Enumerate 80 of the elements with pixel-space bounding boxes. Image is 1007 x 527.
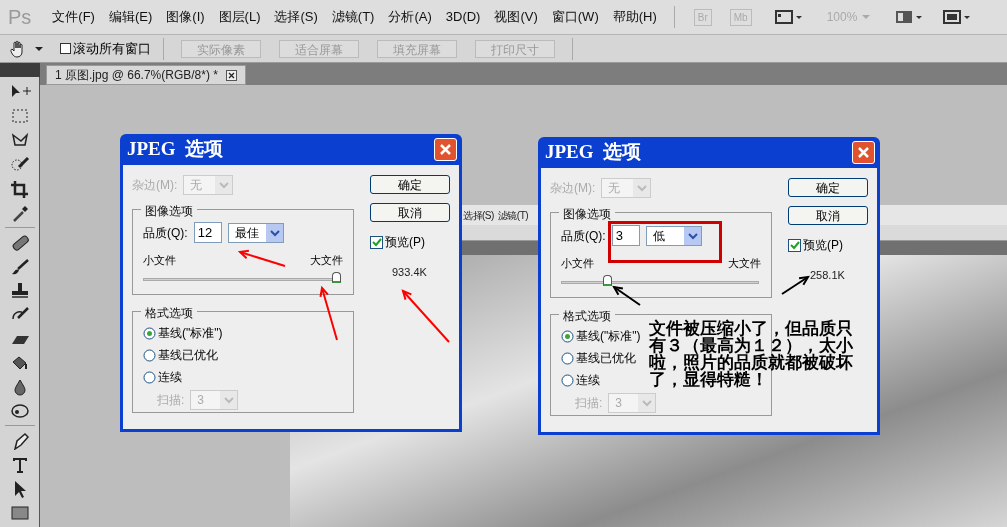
quick-selection-icon[interactable] bbox=[8, 155, 31, 174]
radio-icon[interactable] bbox=[561, 329, 574, 343]
layout-icon[interactable] bbox=[895, 9, 924, 25]
group-title: 格式选项 bbox=[141, 304, 197, 322]
radio-icon[interactable] bbox=[561, 351, 574, 365]
slider-track[interactable] bbox=[561, 274, 759, 287]
menu-item[interactable]: 滤镜(T) bbox=[326, 7, 380, 27]
annotation-note: 文件被压缩小了，但品质只有３（最高为１２），太小啦，照片的品质就都被破坏了，显得特糙！ bbox=[649, 320, 854, 388]
slider-track[interactable] bbox=[143, 271, 341, 284]
radio-icon[interactable] bbox=[143, 370, 156, 384]
preview-checkbox[interactable]: 预览(P) bbox=[370, 233, 450, 251]
radio-option[interactable]: 基线("标准") bbox=[143, 324, 223, 342]
cancel-button[interactable]: 取消 bbox=[788, 206, 868, 225]
close-icon bbox=[438, 142, 453, 157]
quality-label: 品质(Q): bbox=[143, 224, 188, 242]
quality-label: 品质(Q): bbox=[561, 227, 606, 245]
menu-item[interactable]: 编辑(E) bbox=[103, 7, 158, 27]
slider-label: 小文件 bbox=[561, 256, 594, 271]
dialog-title: JPEG 选项 bbox=[545, 140, 642, 165]
group-title: 图像选项 bbox=[141, 202, 197, 220]
crop-icon[interactable] bbox=[8, 179, 31, 198]
radio-icon[interactable] bbox=[561, 373, 574, 387]
menu-item[interactable]: 文件(F) bbox=[47, 7, 100, 27]
toolbox-header bbox=[0, 63, 40, 77]
slider-thumb[interactable] bbox=[332, 271, 341, 283]
screen-mode-icon[interactable] bbox=[943, 9, 972, 25]
ok-button[interactable]: 确定 bbox=[370, 175, 450, 194]
close-icon bbox=[856, 145, 871, 160]
app-logo: Ps bbox=[8, 5, 32, 30]
quality-input[interactable]: 12 bbox=[193, 222, 222, 243]
slider-thumb[interactable] bbox=[602, 274, 612, 286]
matte-dropdown: 无 bbox=[183, 175, 234, 195]
menu-item[interactable]: 窗口(W) bbox=[546, 7, 604, 27]
close-icon[interactable] bbox=[225, 69, 237, 81]
scan-dropdown: 3 bbox=[608, 393, 657, 413]
matte-dropdown: 无 bbox=[601, 178, 652, 198]
radio-icon[interactable] bbox=[143, 348, 156, 362]
dialog-title: JPEG 选项 bbox=[127, 137, 224, 162]
cancel-button[interactable]: 取消 bbox=[370, 203, 450, 222]
radio-option[interactable]: 基线已优化 bbox=[561, 349, 636, 367]
slider-label: 小文件 bbox=[143, 253, 176, 268]
matte-label: 杂边(M): bbox=[550, 180, 596, 197]
scan-label: 扫描: bbox=[575, 395, 603, 412]
group-title: 格式选项 bbox=[559, 307, 615, 325]
tab-title: 1 原图.jpg @ 66.7%(RGB/8*) * bbox=[55, 67, 218, 84]
matte-label: 杂边(M): bbox=[132, 177, 178, 194]
checkbox-icon[interactable] bbox=[788, 238, 801, 252]
slider-label: 大文件 bbox=[310, 253, 343, 268]
radio-option[interactable]: 连续 bbox=[561, 371, 600, 389]
menu-item[interactable]: 图像(I) bbox=[161, 7, 210, 27]
scan-dropdown: 3 bbox=[190, 390, 239, 410]
slider-label: 大文件 bbox=[728, 256, 761, 271]
menu-item[interactable]: 帮助(H) bbox=[607, 7, 662, 27]
radio-option[interactable]: 基线("标准") bbox=[561, 327, 641, 345]
checkbox-icon[interactable] bbox=[370, 235, 383, 249]
group-title: 图像选项 bbox=[559, 205, 615, 223]
ok-button[interactable]: 确定 bbox=[788, 178, 868, 197]
file-size: 258.1K bbox=[809, 268, 846, 283]
document-tab[interactable]: 1 原图.jpg @ 66.7%(RGB/8*) * bbox=[46, 65, 246, 85]
scroll-all-checkbox[interactable]: 滚动所有窗口 bbox=[60, 38, 151, 59]
preview-checkbox[interactable]: 预览(P) bbox=[788, 236, 868, 254]
scan-label: 扫描: bbox=[157, 392, 185, 409]
close-button[interactable] bbox=[852, 141, 875, 164]
rectangle-icon[interactable] bbox=[8, 503, 31, 522]
file-size: 933.4K bbox=[391, 265, 428, 280]
menu-item[interactable]: 图层(L) bbox=[213, 7, 266, 27]
radio-option[interactable]: 基线已优化 bbox=[143, 346, 218, 364]
menu-item[interactable]: 选择(S) bbox=[269, 7, 323, 27]
menu-item[interactable]: 视图(V) bbox=[489, 7, 543, 27]
menu-item[interactable]: 3D(D) bbox=[440, 7, 486, 27]
quality-dropdown[interactable]: 最佳 bbox=[227, 222, 284, 243]
quality-input[interactable]: 3 bbox=[611, 225, 640, 246]
quality-dropdown[interactable]: 低 bbox=[645, 225, 702, 246]
radio-icon[interactable] bbox=[143, 326, 156, 340]
close-button[interactable] bbox=[434, 138, 457, 161]
caret-icon[interactable] bbox=[34, 45, 44, 52]
radio-option[interactable]: 连续 bbox=[143, 368, 182, 386]
hand-tool-icon[interactable] bbox=[8, 39, 26, 58]
dodge-icon[interactable] bbox=[8, 401, 31, 420]
menu-item[interactable]: 分析(A) bbox=[383, 7, 437, 27]
